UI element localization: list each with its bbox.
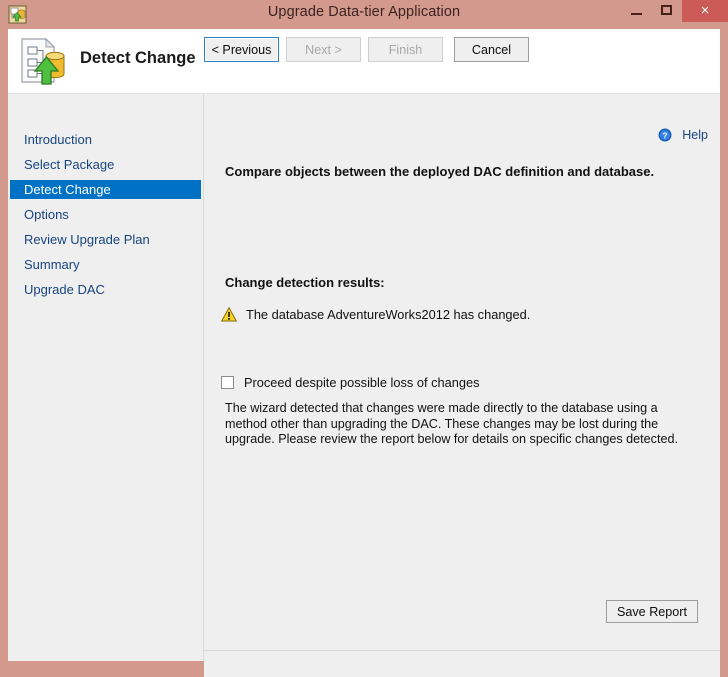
finish-button: Finish — [368, 37, 443, 62]
sidebar-item-upgrade-dac[interactable]: Upgrade DAC — [10, 280, 201, 299]
close-glyph: × — [700, 2, 710, 19]
warning-row: The database AdventureWorks2012 has chan… — [220, 306, 531, 322]
sidebar-item-detect-change[interactable]: Detect Change — [10, 180, 201, 199]
dac-upgrade-icon — [16, 36, 68, 86]
upgrade-dac-window: Upgrade Data-tier Application × Detect C… — [0, 0, 728, 677]
warning-text: The database AdventureWorks2012 has chan… — [246, 307, 531, 322]
warning-triangle-icon — [220, 306, 238, 322]
content-panel: ? Help Compare objects between the deplo… — [204, 94, 720, 649]
sidebar-item-introduction[interactable]: Introduction — [10, 130, 201, 149]
close-icon[interactable]: × — [682, 0, 728, 22]
svg-text:?: ? — [663, 131, 668, 140]
lead-text: Compare objects between the deployed DAC… — [225, 164, 655, 179]
wizard-footer — [204, 650, 720, 677]
sidebar-item-review-upgrade-plan[interactable]: Review Upgrade Plan — [10, 230, 201, 249]
proceed-checkbox-row[interactable]: Proceed despite possible loss of changes — [221, 375, 479, 390]
page-title: Detect Change — [80, 49, 196, 67]
page-header: Detect Change — [8, 29, 720, 94]
title-bar[interactable]: Upgrade Data-tier Application × — [0, 0, 728, 29]
help-circle-icon[interactable]: ? — [658, 128, 672, 142]
minimize-icon[interactable] — [622, 0, 652, 22]
results-label: Change detection results: — [225, 275, 385, 290]
description-text: The wizard detected that changes were ma… — [225, 401, 678, 447]
save-report-button[interactable]: Save Report — [606, 600, 698, 623]
client-area: Detect Change Introduction Select Packag… — [8, 29, 720, 677]
next-button: Next > — [286, 37, 361, 62]
proceed-checkbox-label: Proceed despite possible loss of changes — [244, 375, 480, 390]
wizard-sidebar: Introduction Select Package Detect Chang… — [8, 94, 204, 661]
maximize-icon[interactable] — [652, 0, 682, 22]
sidebar-item-summary[interactable]: Summary — [10, 255, 201, 274]
window-controls: × — [622, 0, 728, 29]
proceed-checkbox[interactable] — [221, 376, 234, 389]
previous-button[interactable]: < Previous — [204, 37, 279, 62]
help-link[interactable]: Help — [682, 128, 708, 142]
sidebar-item-select-package[interactable]: Select Package — [10, 155, 201, 174]
window-title: Upgrade Data-tier Application — [267, 4, 461, 20]
cancel-button[interactable]: Cancel — [454, 37, 529, 62]
sidebar-item-options[interactable]: Options — [10, 205, 201, 224]
